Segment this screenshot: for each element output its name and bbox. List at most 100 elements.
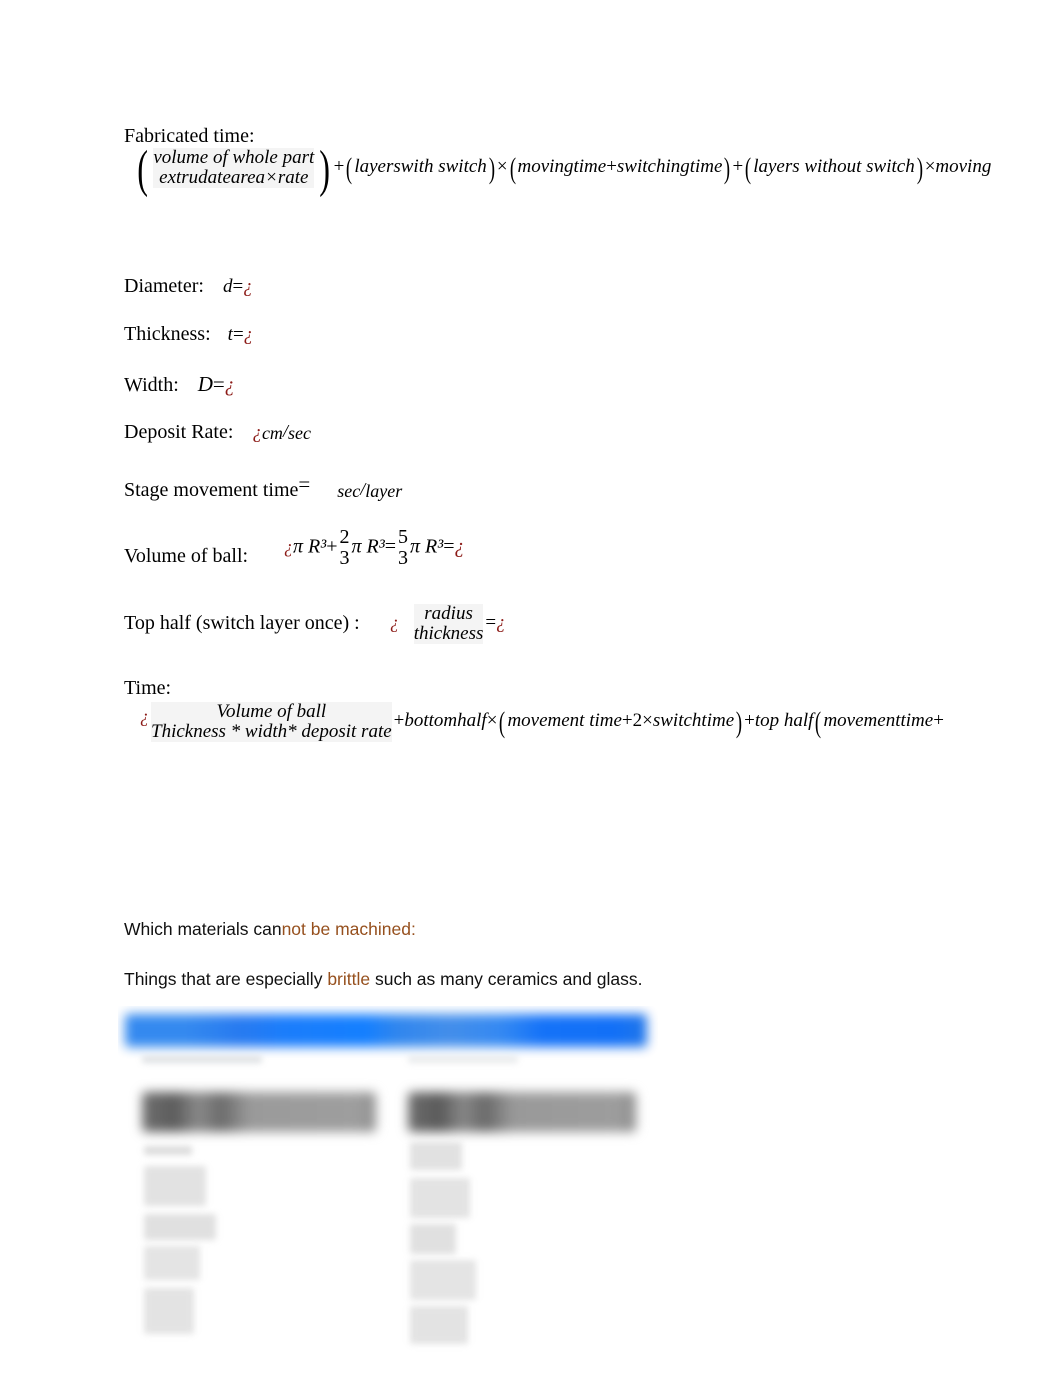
screenshot-body-left-2 <box>144 1166 206 1206</box>
times-operator-2: × <box>924 156 936 178</box>
bottom-half-term: bottomhalf <box>404 710 487 732</box>
deposit-rate-row: Deposit Rate: ¿ cm/sec <box>124 421 311 444</box>
screenshot-heading-right <box>408 1092 636 1132</box>
screenshot-caption-left <box>142 1056 262 1063</box>
time-fraction: Volume of ball Thickness * width* deposi… <box>151 702 392 742</box>
switching-time-term: switchingtime <box>616 156 723 178</box>
moving-time-term: movingtime <box>517 156 607 178</box>
question-text-black: Which materials can <box>124 919 282 939</box>
screenshot-heading-left <box>142 1092 376 1132</box>
stage-movement-time-equals: = <box>298 472 311 496</box>
volume-of-ball-formula: ¿π R³+ 2 3 π R³= 5 3 π R³=¿ <box>284 527 465 569</box>
time-label: Time: <box>124 677 172 699</box>
plus-operator-1: + <box>333 156 345 178</box>
deposit-rate-unit: cm/sec <box>261 420 311 444</box>
layers-without-switch-term: layers without switch <box>753 156 915 178</box>
screenshot-body-right-5 <box>410 1306 468 1344</box>
volume-plus: + <box>326 535 338 558</box>
movement-time-term-2: movementtime <box>823 710 934 732</box>
answer-text-accent: brittle <box>327 969 371 989</box>
screenshot-header-bar <box>125 1014 647 1047</box>
stage-movement-unit-numerator: sec <box>337 480 361 501</box>
top-half-equals: = <box>485 612 497 634</box>
volume-result-placeholder: ¿ <box>454 535 465 558</box>
movement-time-term: movement time <box>507 710 622 732</box>
time-frac-numerator: Volume of ball <box>216 701 327 722</box>
time-plus-1: + <box>393 710 405 732</box>
time-group1-times: × <box>642 710 653 732</box>
times-operator-1: × <box>496 156 508 178</box>
fabricated-time-formula: ( volume of whole part extrudatearea×rat… <box>137 140 992 198</box>
time-lead-placeholder: ¿ <box>140 706 149 726</box>
question-line: Which materials cannot be machined: <box>124 919 416 940</box>
stage-movement-time-unit: sec/layer <box>337 478 403 502</box>
time-formula: ¿ Volume of ball Thickness * width* depo… <box>140 701 944 742</box>
answer-text-pre: Things that are especially <box>124 969 328 989</box>
screenshot-body-right-4 <box>410 1260 476 1300</box>
top-half-frac-numerator: radius <box>424 603 473 624</box>
embedded-screenshot <box>118 1006 658 1370</box>
width-value-placeholder: ¿ <box>224 374 235 396</box>
width-label: Width: <box>124 374 179 396</box>
volume-lead-placeholder: ¿ <box>284 536 293 557</box>
volume-frac1-denominator: 3 <box>339 546 350 569</box>
plus-operator-inner: + <box>606 156 617 178</box>
top-half-lead-placeholder: ¿ <box>390 612 399 633</box>
volume-term-1: π R³ <box>293 535 327 558</box>
fabricated-time-fraction: volume of whole part extrudatearea×rate <box>153 147 315 188</box>
diameter-label: Diameter: <box>124 275 204 297</box>
volume-term-3: π R³ <box>410 535 444 558</box>
volume-frac2-denominator: 3 <box>398 546 409 569</box>
time-frac-denominator: Thickness * width* deposit rate <box>151 720 392 742</box>
top-half-formula: ¿ radius thickness =¿ <box>390 604 506 644</box>
top-half-term: top half <box>754 710 814 732</box>
width-equals: = <box>212 372 225 396</box>
screenshot-body-left-4 <box>144 1246 200 1280</box>
clipped-trailing-term: moving <box>935 156 992 178</box>
deposit-rate-unit-numerator: cm <box>261 422 283 443</box>
screenshot-body-left-3 <box>144 1214 216 1240</box>
time-group1-coefficient: 2 <box>632 710 643 732</box>
top-half-fraction: radius thickness <box>413 603 484 644</box>
volume-term-2: π R³ <box>351 535 385 558</box>
screenshot-body-right-2 <box>410 1178 470 1218</box>
time-times-1: × <box>486 710 498 732</box>
volume-equals-1: = <box>384 535 397 558</box>
thickness-label: Thickness: <box>124 323 211 345</box>
volume-equals-2: = <box>443 535 455 558</box>
screenshot-body-right-3 <box>410 1224 456 1254</box>
top-half-frac-denominator: thickness <box>413 622 484 644</box>
deposit-rate-value-placeholder: ¿ <box>252 422 262 443</box>
fraction-numerator: volume of whole part <box>153 147 315 168</box>
diameter-row: Diameter: d=¿ <box>124 275 253 298</box>
diameter-value-placeholder: ¿ <box>243 276 253 297</box>
volume-frac2-numerator: 5 <box>398 526 409 548</box>
volume-fraction-2: 5 3 <box>398 527 408 569</box>
fraction-denominator: extrudatearea×rate <box>159 166 309 188</box>
top-half-label: Top half (switch layer once) : <box>124 612 360 634</box>
stage-movement-unit-denominator: layer <box>365 480 403 501</box>
thickness-row: Thickness: t=¿ <box>124 323 253 346</box>
stage-movement-time-label: Stage movement time <box>124 479 299 501</box>
volume-frac1-numerator: 2 <box>339 526 350 548</box>
answer-line: Things that are especially brittle such … <box>124 969 642 990</box>
switch-time-term: switchtime <box>652 710 735 732</box>
time-group2-plus: + <box>933 710 944 732</box>
screenshot-body-right-1 <box>410 1142 462 1170</box>
stage-movement-unit-slash: / <box>360 478 366 499</box>
screenshot-body-left-1 <box>144 1146 192 1155</box>
thickness-value-placeholder: ¿ <box>243 324 254 345</box>
width-symbol: D <box>197 372 213 396</box>
plus-operator-2: + <box>732 156 744 178</box>
screenshot-caption-right <box>408 1056 518 1063</box>
time-plus-2: + <box>744 710 755 732</box>
screenshot-body-left-5 <box>144 1288 194 1334</box>
thickness-equals: = <box>232 324 244 345</box>
volume-of-ball-label: Volume of ball: <box>124 545 249 567</box>
deposit-rate-unit-slash: / <box>282 420 288 441</box>
question-text-accent: not be machined: <box>281 919 416 939</box>
top-half-result-placeholder: ¿ <box>496 612 506 634</box>
width-row: Width: D=¿ <box>124 372 235 397</box>
stage-movement-time-row: Stage movement time= sec/layer <box>124 472 403 502</box>
layers-with-switch-term: layerswith switch <box>354 156 487 178</box>
